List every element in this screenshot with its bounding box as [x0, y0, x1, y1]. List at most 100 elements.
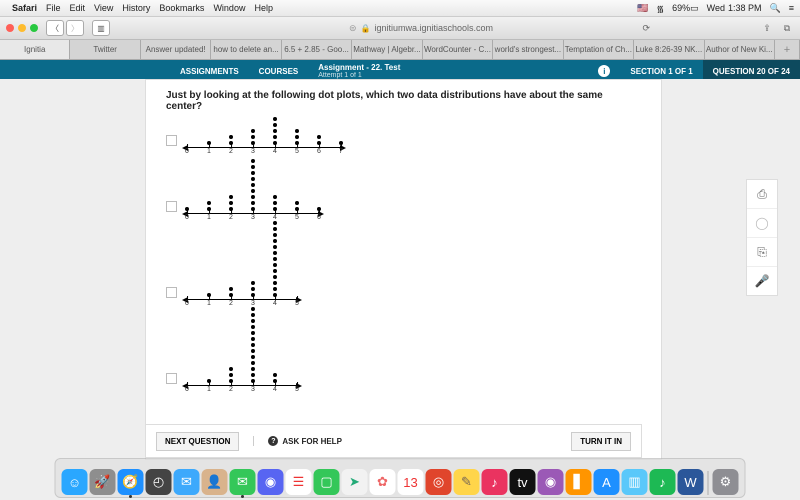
dock-reminders-icon[interactable]: ☰ — [286, 469, 312, 495]
mic-icon[interactable]: 🎤 — [747, 267, 777, 295]
browser-tab[interactable]: Author of New Ki... — [705, 40, 775, 59]
browser-tab[interactable]: 6.5 + 2.85 - Goo... — [282, 40, 352, 59]
side-toolbar: ⎙ ◯ ⎘ 🎤 — [746, 179, 778, 296]
dotplot: 012345 — [187, 230, 297, 310]
globe-icon[interactable]: ◯ — [747, 209, 777, 238]
dock-calendar-icon[interactable]: 13 — [398, 469, 424, 495]
assignment-header: Assignment - 22. Test Attempt 1 of 1 — [308, 63, 410, 79]
ask-help-button[interactable]: ? ASK FOR HELP — [253, 436, 342, 446]
clock-time: 1:38 PM — [728, 3, 762, 13]
dock-spotify-icon[interactable]: ♪ — [650, 469, 676, 495]
browser-tab[interactable]: Luke 8:26-39 NK... — [634, 40, 704, 59]
copy-icon[interactable]: ⎘ — [747, 238, 777, 267]
reload-icon[interactable]: ⟳ — [642, 23, 650, 34]
browser-tab[interactable]: world's strongest... — [493, 40, 563, 59]
content-stage: Just by looking at the following dot plo… — [0, 79, 800, 460]
next-question-button[interactable]: NEXT QUESTION — [156, 432, 239, 451]
dotplot-option[interactable]: 012345 — [166, 230, 641, 310]
dock-notes-icon[interactable]: ✎ — [454, 469, 480, 495]
dotplot: 0123456 — [187, 164, 319, 224]
menu-edit[interactable]: Edit — [70, 3, 86, 13]
option-checkbox[interactable] — [166, 201, 177, 212]
menu-view[interactable]: View — [94, 3, 113, 13]
browser-tab[interactable]: Twitter — [70, 40, 140, 59]
forward-button[interactable]: 〉 — [66, 20, 84, 36]
dock-appstore-icon[interactable]: A — [594, 469, 620, 495]
address-bar[interactable]: ⊜ 🔒 ignitiumwa.ignitiaschools.com ⟳ — [192, 23, 674, 34]
browser-tab[interactable]: Temptation of Ch... — [564, 40, 634, 59]
browser-tab[interactable]: WordCounter - C... — [423, 40, 493, 59]
minimize-window-icon[interactable] — [18, 24, 26, 32]
dock-contacts-icon[interactable]: 👤 — [202, 469, 228, 495]
url-text: ignitiumwa.ignitiaschools.com — [374, 23, 493, 33]
question-footer: NEXT QUESTION ? ASK FOR HELP TURN IT IN — [145, 424, 642, 458]
help-icon: ? — [268, 436, 278, 446]
battery-icon: ▭ — [690, 3, 699, 14]
dock-appletv-icon[interactable]: tv — [510, 469, 536, 495]
turn-it-in-button[interactable]: TURN IT IN — [571, 432, 631, 451]
section-indicator[interactable]: SECTION 1 OF 1 — [620, 67, 702, 76]
dock-dashboard-icon[interactable]: ◴ — [146, 469, 172, 495]
lock-icon: 🔒 — [361, 24, 371, 33]
browser-tab[interactable]: Answer updated! — [141, 40, 211, 59]
dotplot: 01234567 — [187, 118, 341, 158]
dock-launchpad-icon[interactable]: 🚀 — [90, 469, 116, 495]
battery-pct: 69% — [672, 3, 690, 13]
wifi-icon[interactable]: ᯾ — [656, 2, 664, 15]
dock-podcasts-icon[interactable]: ◉ — [538, 469, 564, 495]
sidebar-button[interactable]: ▥ — [92, 20, 110, 36]
share-icon[interactable]: ⇪ — [760, 23, 774, 34]
tab-bar: IgnitiaTwitterAnswer updated!how to dele… — [0, 40, 800, 60]
dock-itunes-icon[interactable]: ♪ — [482, 469, 508, 495]
option-checkbox[interactable] — [166, 135, 177, 146]
close-window-icon[interactable] — [6, 24, 14, 32]
dock-facetime-icon[interactable]: ▢ — [314, 469, 340, 495]
menu-bookmarks[interactable]: Bookmarks — [159, 3, 204, 13]
menu-window[interactable]: Window — [213, 3, 245, 13]
option-checkbox[interactable] — [166, 287, 177, 298]
option-checkbox[interactable] — [166, 373, 177, 384]
dock-preview-icon[interactable]: ▥ — [622, 469, 648, 495]
mac-dock: ☺🚀🧭◴✉👤✉◉☰▢➤✿13◎✎♪tv◉▋A▥♪W⚙ — [55, 458, 746, 498]
browser-tab[interactable]: Mathway | Algebr... — [352, 40, 422, 59]
print-icon[interactable]: ⎙ — [747, 180, 777, 209]
dock-mail-icon[interactable]: ✉ — [174, 469, 200, 495]
question-text: Just by looking at the following dot plo… — [166, 90, 641, 112]
tabs-icon[interactable]: ⧉ — [780, 23, 794, 34]
dock-photos-icon[interactable]: ✿ — [370, 469, 396, 495]
nav-assignments[interactable]: ASSIGNMENTS — [170, 67, 249, 76]
window-controls[interactable] — [6, 24, 38, 32]
zoom-window-icon[interactable] — [30, 24, 38, 32]
flag-icon[interactable]: 🇺🇸 — [637, 3, 648, 14]
new-tab-button[interactable]: + — [775, 40, 800, 59]
dock-ibooks-icon[interactable]: ▋ — [566, 469, 592, 495]
dotplot-option[interactable]: 012345 — [166, 316, 641, 396]
dock-finder-icon[interactable]: ☺ — [62, 469, 88, 495]
search-icon[interactable]: 🔍 — [770, 3, 781, 14]
back-button[interactable]: 〈 — [46, 20, 64, 36]
dock-settings-icon[interactable]: ⚙ — [713, 469, 739, 495]
browser-tab[interactable]: Ignitia — [0, 40, 70, 59]
app-name[interactable]: Safari — [12, 3, 37, 13]
dock-word-icon[interactable]: W — [678, 469, 704, 495]
dock-maps-icon[interactable]: ➤ — [342, 469, 368, 495]
mac-menubar: Safari File Edit View History Bookmarks … — [0, 0, 800, 17]
clock-day: Wed — [707, 3, 725, 13]
dock-messages-icon[interactable]: ✉ — [230, 469, 256, 495]
dock-photobooth-icon[interactable]: ◎ — [426, 469, 452, 495]
info-icon[interactable]: i — [598, 65, 610, 77]
dotplot: 012345 — [187, 316, 297, 396]
menu-icon[interactable]: ≡ — [789, 3, 794, 13]
dotplot-option[interactable]: 01234567 — [166, 118, 641, 158]
menu-history[interactable]: History — [122, 3, 150, 13]
dock-safari-icon[interactable]: 🧭 — [118, 469, 144, 495]
browser-toolbar: 〈 〉 ▥ ⊜ 🔒 ignitiumwa.ignitiaschools.com … — [0, 17, 800, 40]
nav-courses[interactable]: COURSES — [249, 67, 309, 76]
menu-file[interactable]: File — [46, 3, 61, 13]
dock-discord-icon[interactable]: ◉ — [258, 469, 284, 495]
menu-help[interactable]: Help — [254, 3, 273, 13]
dotplot-option[interactable]: 0123456 — [166, 164, 641, 224]
reader-icon[interactable]: ⊜ — [349, 23, 357, 34]
browser-tab[interactable]: how to delete an... — [211, 40, 281, 59]
question-paper: Just by looking at the following dot plo… — [145, 79, 662, 460]
